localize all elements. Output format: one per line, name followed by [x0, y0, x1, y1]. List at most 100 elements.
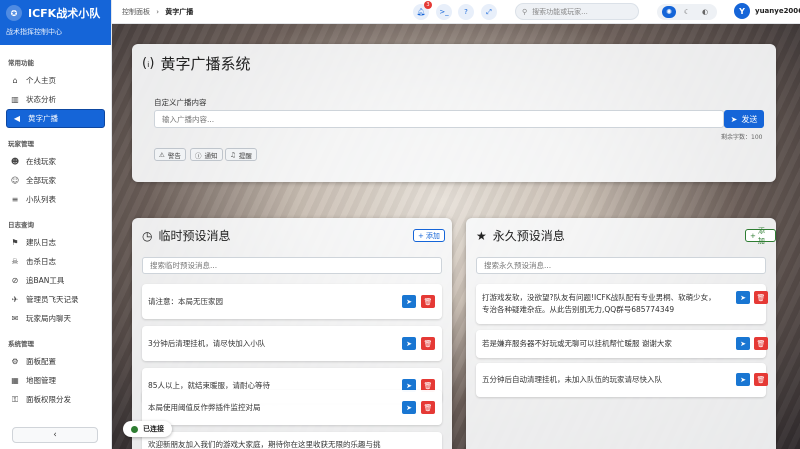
sidebar-item-panel-config[interactable]: ⚙ 面板配置	[0, 352, 111, 371]
page-title: 黄字广播系统	[160, 55, 251, 73]
message-text: 若是嫌弃服务器不好玩或无聊可以挂机帮忙暖服 谢谢大家	[482, 339, 672, 348]
custom-broadcast-label: 自定义广播内容	[154, 98, 207, 107]
sidebar-item-online-players[interactable]: ☻ 在线玩家	[0, 152, 111, 171]
perm-preset-search[interactable]: 搜索永久预设消息...	[476, 257, 766, 274]
sidebar-item-admin-fly[interactable]: ✈ 管理员飞天记录	[0, 290, 111, 309]
help-button[interactable]: ?	[458, 4, 474, 20]
delete-message-button[interactable]: 🗑︎	[421, 295, 435, 308]
broadcast-panel: (ᵢ) 黄字广播系统 自定义广播内容 输入广播内容... ➤ 发送 剩余字数：1…	[132, 44, 776, 182]
bell-icon: 🔔︎	[416, 8, 426, 16]
nav-section-title: 日志查询	[8, 221, 34, 229]
nav-group-logs: 日志查询 ⚑ 建队日志 ☠ 击杀日志 ⊘ 追BAN工具 ✈ 管理员飞天记录 ✉ 玩家局内聊…	[0, 219, 111, 328]
clock-icon: ◷	[142, 228, 153, 243]
users-icon: ☻	[10, 157, 20, 166]
broadcast-input[interactable]: 输入广播内容...	[154, 110, 724, 128]
sidebar-item-squads[interactable]: ≡ 小队列表	[0, 190, 111, 209]
sidebar-item-permissions[interactable]: ⚿ 面板权限分发	[0, 390, 111, 409]
delete-message-button[interactable]: 🗑︎	[421, 337, 435, 350]
trash-icon: 🗑︎	[756, 339, 766, 348]
topbar: 控制面板 › 黄字广播 🔔︎ 3 >_ ? ⤢ ⚲ 搜索功能或玩家... ✺ ☾…	[112, 0, 800, 24]
nav-group-players: 玩家管理 ☻ 在线玩家 ☺ 全部玩家 ≡ 小队列表	[0, 138, 111, 209]
plus-icon: +	[750, 231, 756, 240]
paper-plane-icon: ➤	[406, 403, 412, 412]
message-text: 本局使用阈值反作弊插件监控对局	[148, 402, 261, 412]
sidebar-collapse-button[interactable]: ‹	[12, 427, 98, 443]
nav-section-title: 系统管理	[8, 340, 34, 348]
console-button[interactable]: >_	[436, 4, 452, 20]
sidebar-item-label: 地图管理	[26, 376, 56, 385]
broadcast-title: (ᵢ) 黄字广播系统	[142, 53, 250, 74]
add-perm-preset-button[interactable]: + 添加	[745, 227, 776, 245]
send-message-button[interactable]: ➤	[402, 295, 416, 308]
delete-message-button[interactable]: 🗑︎	[754, 291, 768, 304]
sidebar-item-broadcast[interactable]: ◀ 黄字广播	[6, 109, 105, 128]
sidebar-item-profile[interactable]: ⌂ 个人主页	[0, 71, 111, 90]
sidebar-item-label: 追BAN工具	[26, 276, 65, 285]
section-title: 永久预设消息	[492, 229, 565, 243]
send-button[interactable]: ➤ 发送	[724, 110, 764, 128]
search-placeholder: 搜索永久预设消息...	[484, 261, 552, 270]
chip-reminder[interactable]: ♫ 提醒	[225, 148, 257, 161]
user-group-icon: ☺	[10, 176, 20, 185]
sidebar-item-map[interactable]: ▦ 地图管理	[0, 371, 111, 390]
chip-notice[interactable]: ⓘ 通知	[190, 148, 223, 161]
warning-icon: ⚠	[159, 150, 165, 159]
send-message-button[interactable]: ➤	[402, 337, 416, 350]
connection-status-label: 已连接	[143, 425, 164, 433]
send-message-button[interactable]: ➤	[736, 337, 750, 350]
home-icon: ⌂	[12, 76, 18, 85]
theme-light-button[interactable]: ✺	[662, 6, 676, 18]
user-menu[interactable]: Y yuanye2006	[734, 3, 800, 19]
delete-message-button[interactable]: 🗑︎	[754, 337, 768, 350]
global-search[interactable]: ⚲ 搜索功能或玩家...	[515, 3, 639, 20]
temp-preset-search[interactable]: 搜索临时预设消息...	[142, 257, 442, 274]
list-item[interactable]: 若是嫌弃服务器不好玩或无聊可以挂机帮忙暖服 谢谢大家 ➤ 🗑︎	[476, 330, 768, 358]
nav-section-title: 常用功能	[8, 59, 34, 67]
chevron-left-icon: ‹	[53, 430, 57, 440]
sidebar-item-kill-log[interactable]: ☠ 击杀日志	[0, 252, 111, 271]
avatar: Y	[734, 3, 750, 19]
notification-badge: 3	[424, 1, 432, 9]
search-input[interactable]: 搜索功能或玩家...	[532, 7, 588, 17]
message-text: 五分钟后自动清理挂机，未加入队伍的玩家请尽快入队	[482, 375, 662, 384]
delete-message-button[interactable]: 🗑︎	[421, 401, 435, 414]
brand-logo-icon: ✪	[6, 5, 22, 21]
expand-icon: ⤢	[486, 7, 492, 16]
fullscreen-button[interactable]: ⤢	[481, 4, 497, 20]
flag-icon: ⚑	[11, 238, 19, 247]
chip-label: 警告	[167, 151, 181, 160]
paper-plane-icon: ➤	[740, 293, 746, 302]
sidebar-item-label: 全部玩家	[26, 176, 56, 185]
notifications-button[interactable]: 🔔︎ 3	[413, 1, 432, 20]
breadcrumb-root[interactable]: 控制面板	[122, 8, 150, 16]
moon-icon: ☾	[683, 8, 691, 16]
trash-icon: 🗑︎	[756, 375, 766, 384]
list-item[interactable]: 欢迎新朋友加入我们的游戏大家庭，期待你在这里收获无限的乐趣与挑	[142, 432, 442, 449]
sidebar-item-label: 玩家局内聊天	[26, 314, 71, 323]
theme-auto-button[interactable]: ◐	[698, 6, 712, 18]
list-item[interactable]: 请注意：本局无压家园 ➤ 🗑︎	[142, 284, 442, 319]
message-text: 欢迎新朋友加入我们的游戏大家庭，期待你在这里收获无限的乐趣与挑	[148, 440, 381, 449]
sidebar-item-status[interactable]: ▥ 状态分析	[0, 90, 111, 109]
chip-warning[interactable]: ⚠ 警告	[154, 148, 186, 161]
help-icon: ?	[464, 8, 468, 16]
sidebar-item-ban-tool[interactable]: ⊘ 追BAN工具	[0, 271, 111, 290]
nav-group-common: 常用功能 ⌂ 个人主页 ▥ 状态分析 ◀ 黄字广播	[0, 57, 111, 128]
list-item[interactable]: 打游戏发软，没欲望?队友有问题!ICFK战队配有专业男桐、软萌少女，专治各种疑难…	[476, 284, 768, 324]
send-message-button[interactable]: ➤	[736, 373, 750, 386]
send-message-button[interactable]: ➤	[736, 291, 750, 304]
delete-message-button[interactable]: 🗑︎	[754, 373, 768, 386]
list-item[interactable]: 五分钟后自动清理挂机，未加入队伍的玩家请尽快入队 ➤ 🗑︎	[476, 363, 768, 397]
add-label: 添加	[425, 231, 440, 240]
sidebar-item-all-players[interactable]: ☺ 全部玩家	[0, 171, 111, 190]
theme-dark-button[interactable]: ☾	[680, 6, 694, 18]
star-icon: ★	[476, 228, 487, 243]
sidebar-item-chat[interactable]: ✉ 玩家局内聊天	[0, 309, 111, 328]
sidebar-item-squad-log[interactable]: ⚑ 建队日志	[0, 233, 111, 252]
list-item[interactable]: 3分钟后清理挂机，请尽快加入小队 ➤ 🗑︎	[142, 326, 442, 361]
trash-icon: 🗑︎	[756, 293, 766, 302]
add-temp-preset-button[interactable]: + 添加	[413, 229, 445, 242]
send-message-button[interactable]: ➤	[402, 401, 416, 414]
list-item[interactable]: 本局使用阈值反作弊插件监控对局 ➤ 🗑︎	[142, 390, 442, 425]
info-icon: ⓘ	[195, 151, 202, 160]
